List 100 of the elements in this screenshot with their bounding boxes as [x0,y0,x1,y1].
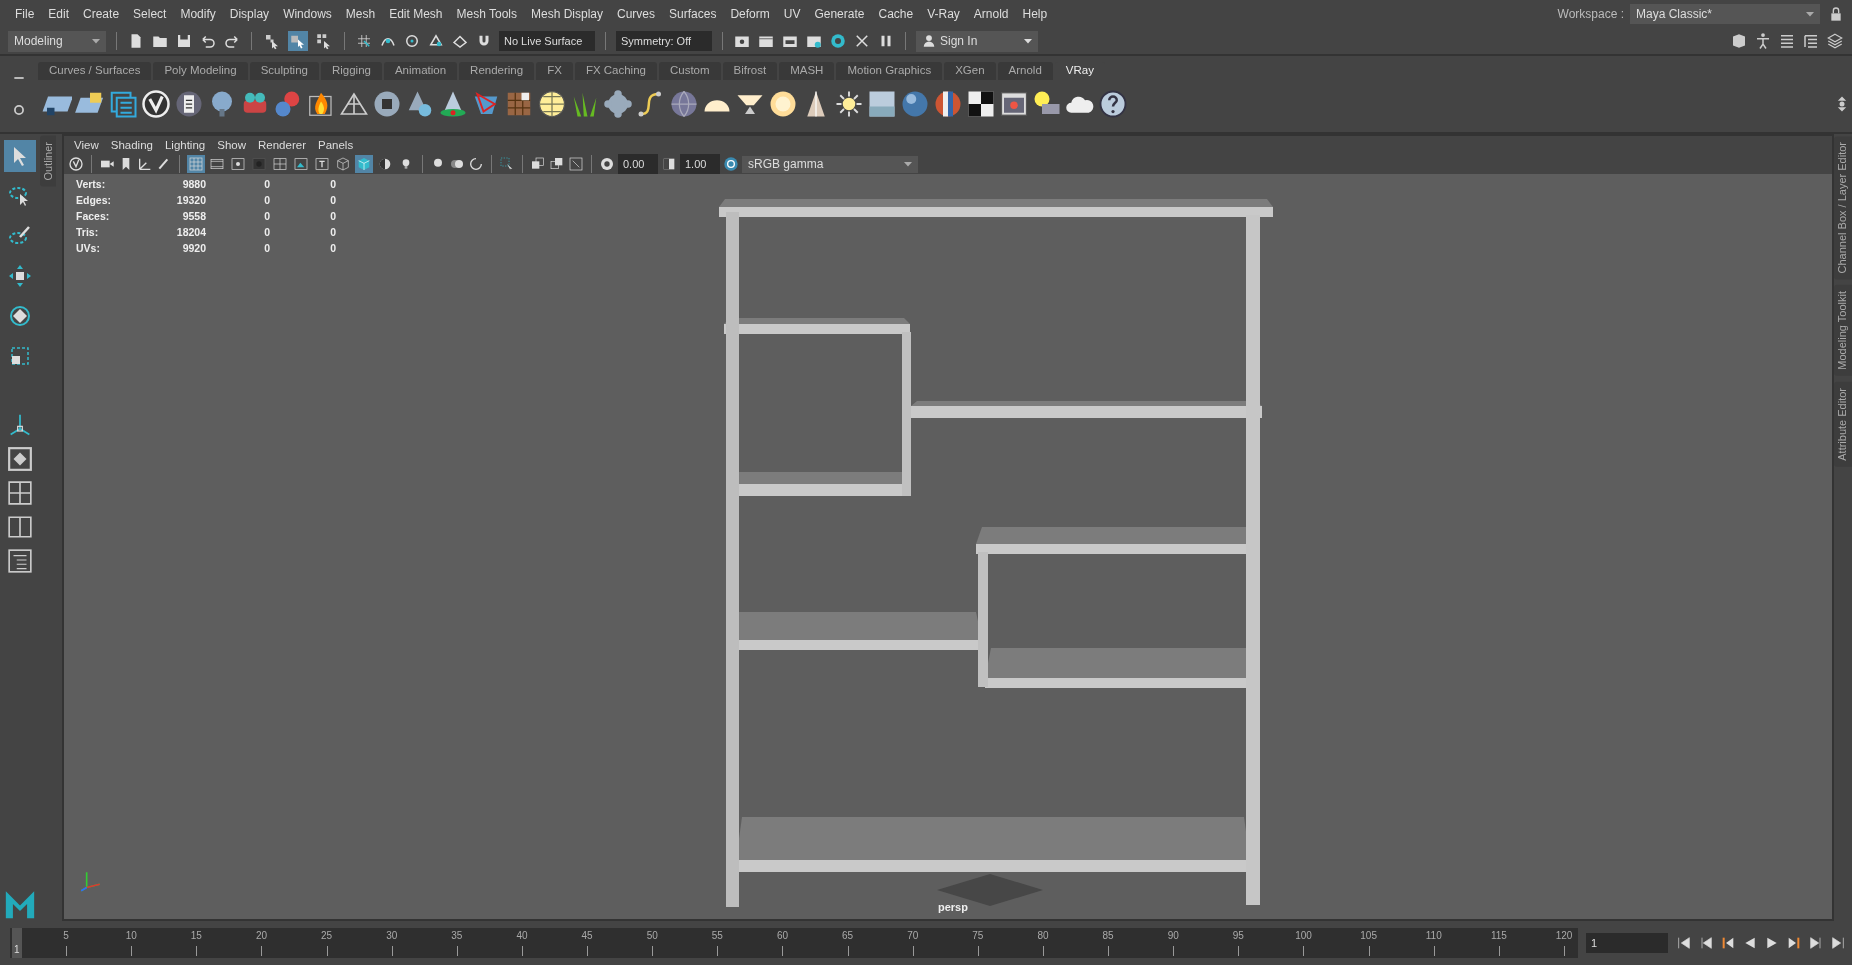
side-panel-tab[interactable]: Channel Box / Layer Editor [1834,136,1852,280]
go-to-end-icon[interactable] [1830,935,1846,951]
menu-item[interactable]: Generate [807,7,872,21]
snap-point-icon[interactable] [403,32,421,50]
workspace-dropdown[interactable]: Maya Classic* [1630,4,1820,24]
render-window-icon[interactable] [999,89,1029,119]
settings-icon[interactable] [12,103,26,117]
layers-icon[interactable] [1826,32,1844,50]
shelf-tab[interactable]: FX Caching [574,62,657,80]
shelf-tab[interactable]: Bifrost [722,62,778,80]
menu-item[interactable]: Select [126,7,174,21]
sphere-icon[interactable] [669,89,699,119]
live-surface-field[interactable]: No Live Surface [499,31,595,51]
striped-ball-icon[interactable] [933,89,963,119]
time-slider[interactable]: 1 5 10 15 20 25 30 35 40 45 50 55 60 65 70 75 80 85 90 95 100 105 110 115 120 [10,928,1578,958]
check-circle-icon[interactable] [68,156,84,172]
attribute-editor-icon[interactable] [1802,32,1820,50]
gamma-field[interactable]: 1.00 [680,154,720,174]
human-figure-icon[interactable] [1754,32,1772,50]
overlap-squares-icon[interactable] [530,156,546,172]
checker-icon[interactable] [966,89,996,119]
shelf-tab[interactable]: Curves / Surfaces [38,62,152,80]
channel-box-icon[interactable] [1778,32,1796,50]
panel-menu-item[interactable]: Renderer [252,139,312,151]
field-chart-icon[interactable] [272,156,288,172]
gamma-icon[interactable] [661,156,677,172]
menu-item[interactable]: Deform [723,7,777,21]
panel-menu-item[interactable]: View [68,139,105,151]
shelf-tab[interactable]: Rigging [320,62,382,80]
exposure-field[interactable]: 0.00 [618,154,658,174]
go-to-start-icon[interactable] [1676,935,1692,951]
list-icon[interactable] [108,89,138,119]
snap-grid-icon[interactable] [355,32,373,50]
panel-menu-item[interactable]: Shading [104,139,159,151]
glowing-sphere-icon[interactable] [768,89,798,119]
menu-item[interactable]: Mesh Display [524,7,611,21]
single-pane-icon[interactable] [7,446,33,472]
menu-item[interactable]: Edit Mesh [382,7,450,21]
square-ball-icon[interactable] [372,89,402,119]
outliner-layout-icon[interactable] [7,548,33,574]
shelf-tab[interactable]: Rendering [459,62,535,80]
panel-menu-item[interactable]: Show [211,139,252,151]
save-icon[interactable] [175,32,193,50]
four-pane-icon[interactable] [7,480,33,506]
shelf-tab[interactable]: XGen [944,62,996,80]
help-icon[interactable] [1098,89,1128,119]
shelf-tab[interactable]: MASH [779,62,835,80]
select-box-icon[interactable] [499,156,515,172]
spiky-ball-icon[interactable] [603,89,633,119]
previous-key-icon[interactable] [1720,935,1736,951]
mode-dropdown[interactable]: Modeling [8,30,106,52]
panel-menu-item[interactable]: Lighting [158,139,212,151]
aperture-icon[interactable] [599,156,615,172]
menu-item[interactable]: Surfaces [662,7,724,21]
shelf-tab[interactable]: Poly Modeling [153,62,248,80]
step-back-icon[interactable] [1698,935,1714,951]
playhead[interactable] [12,928,22,958]
shaded-cube-icon[interactable] [356,156,372,172]
shelf-tab[interactable]: Animation [383,62,458,80]
menu-item[interactable]: Create [76,7,127,21]
hypershade-icon[interactable] [829,32,847,50]
next-key-icon[interactable] [1786,935,1802,951]
sign-in-dropdown[interactable]: Sign In [916,30,1038,52]
document-icon[interactable] [174,89,204,119]
side-panel-tab[interactable]: Modeling Toolkit [1834,285,1852,377]
check-circle-icon[interactable] [141,89,171,119]
menu-item[interactable]: Edit [41,7,77,21]
half-shaded-circle-icon[interactable] [377,156,393,172]
resolution-gate-icon[interactable] [230,156,246,172]
overlap-squares-icon[interactable] [549,156,565,172]
shelf-tab[interactable]: Custom [658,62,721,80]
menu-item[interactable]: File [8,7,42,21]
menu-item[interactable]: Curves [610,7,663,21]
step-forward-icon[interactable] [1808,935,1824,951]
refresh-icon[interactable] [468,156,484,172]
side-panel-tab[interactable]: Attribute Editor [1834,382,1852,467]
sphere-icon[interactable] [900,89,930,119]
color-space-dropdown[interactable]: sRGB gamma [742,155,918,173]
wireframe-cube-icon[interactable] [335,156,351,172]
menu-item[interactable]: V-Ray [920,7,967,21]
expand-icon[interactable] [568,156,584,172]
shelf-tab[interactable]: Motion Graphics [836,62,943,80]
user-icon[interactable] [922,34,936,48]
safe-action-icon[interactable] [293,156,309,172]
two-pane-icon[interactable] [7,514,33,540]
menu-item[interactable]: Windows [276,7,339,21]
menu-item[interactable]: Modify [173,7,223,21]
menu-item[interactable]: Cache [871,7,921,21]
menu-item[interactable]: Mesh [338,7,383,21]
lock-icon[interactable] [1828,6,1844,22]
menu-item[interactable]: Display [222,7,277,21]
shelf-tab[interactable]: FX [536,62,573,80]
menu-item[interactable]: Mesh Tools [449,7,524,21]
safe-title-icon[interactable] [314,156,330,172]
symmetry-field[interactable]: Symmetry: Off [616,31,712,51]
plane-icon[interactable] [867,89,897,119]
film-gate-icon[interactable] [209,156,225,172]
on-badge-icon[interactable] [723,156,739,172]
globe-icon[interactable] [537,89,567,119]
panel-menu-item[interactable]: Panels [311,139,360,151]
